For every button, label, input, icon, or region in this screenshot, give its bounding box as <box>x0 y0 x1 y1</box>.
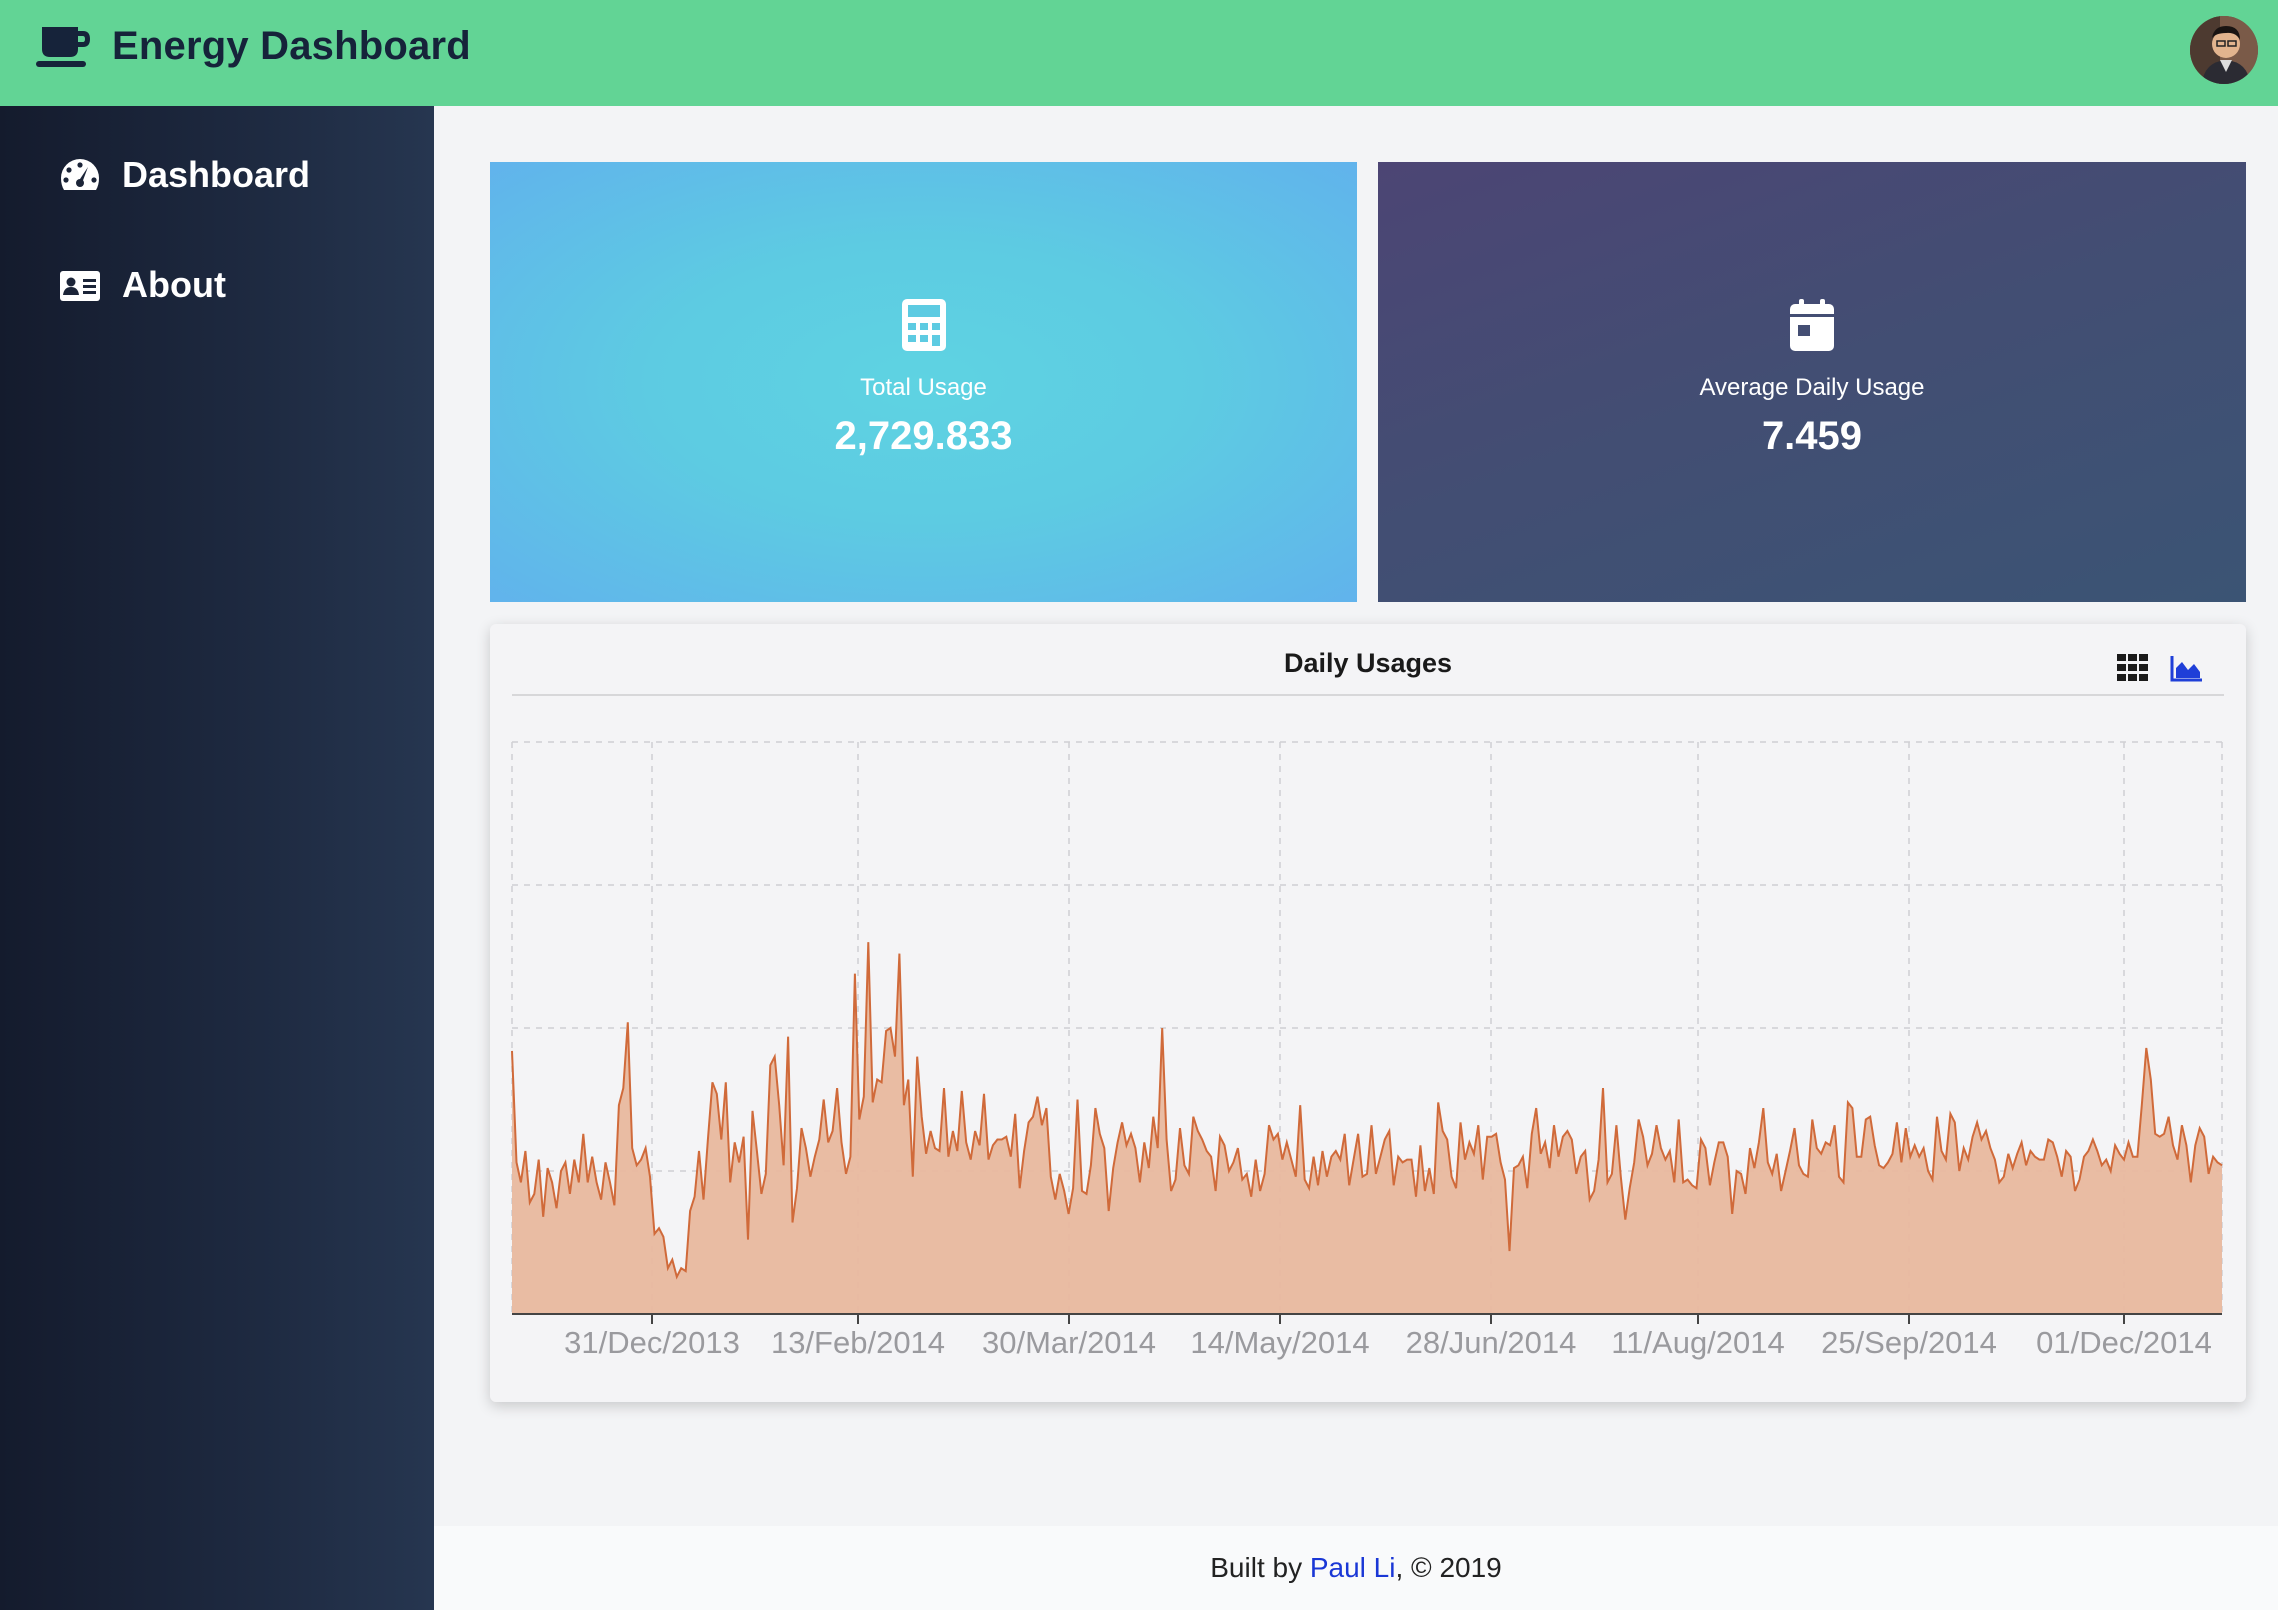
calculator-icon <box>901 298 946 351</box>
coffee-mug-icon <box>36 26 90 67</box>
top-bar: Energy Dashboard <box>0 0 2278 106</box>
total-usage-label: Total Usage <box>860 373 987 401</box>
brand[interactable]: Energy Dashboard <box>36 24 471 69</box>
daily-usage-chart: 31/Dec/2013 13/Feb/2014 30/Mar/2014 14/May/… <box>511 741 2223 1360</box>
footer: Built by Paul Li, © 2019 <box>434 1526 2278 1610</box>
x-tick-label: 01/Dec/2014 <box>2036 1325 2212 1360</box>
total-usage-card: Total Usage 2,729.833 <box>490 162 1357 602</box>
x-tick-label: 31/Dec/2013 <box>564 1325 740 1360</box>
speedometer-icon <box>61 159 99 190</box>
sidebar-item-dashboard[interactable]: Dashboard <box>58 154 310 196</box>
sidebar-item-about[interactable]: About <box>58 264 226 306</box>
average-usage-card: Average Daily Usage 7.459 <box>1378 162 2246 602</box>
user-photo <box>2190 16 2258 84</box>
sidebar-item-label: Dashboard <box>122 154 311 195</box>
x-tick-label: 14/May/2014 <box>1190 1325 1369 1360</box>
author-link[interactable]: Paul Li <box>1310 1552 1396 1583</box>
footer-suffix: , © 2019 <box>1395 1552 1502 1583</box>
total-usage-value: 2,729.833 <box>834 413 1013 458</box>
avatar[interactable] <box>2190 16 2258 84</box>
calendar-icon <box>1790 298 1834 351</box>
x-tick-label: 28/Jun/2014 <box>1406 1325 1577 1360</box>
x-tick-label: 13/Feb/2014 <box>771 1325 945 1360</box>
average-usage-label: Average Daily Usage <box>1699 373 1925 401</box>
footer-prefix: Built by <box>1210 1552 1310 1583</box>
app-title: Energy Dashboard <box>112 24 471 68</box>
x-tick-label: 11/Aug/2014 <box>1611 1325 1785 1360</box>
id-card-icon <box>60 271 100 301</box>
x-tick-label: 25/Sep/2014 <box>1821 1325 1997 1360</box>
sidebar: Dashboard About <box>0 106 434 1610</box>
sidebar-item-label: About <box>122 264 226 305</box>
chart-panel: Daily Usages 31/Dec/2013 13/Feb/2014 30/Ma… <box>490 624 2246 1402</box>
average-usage-value: 7.459 <box>1761 413 1863 458</box>
x-tick-label: 30/Mar/2014 <box>982 1325 1156 1360</box>
